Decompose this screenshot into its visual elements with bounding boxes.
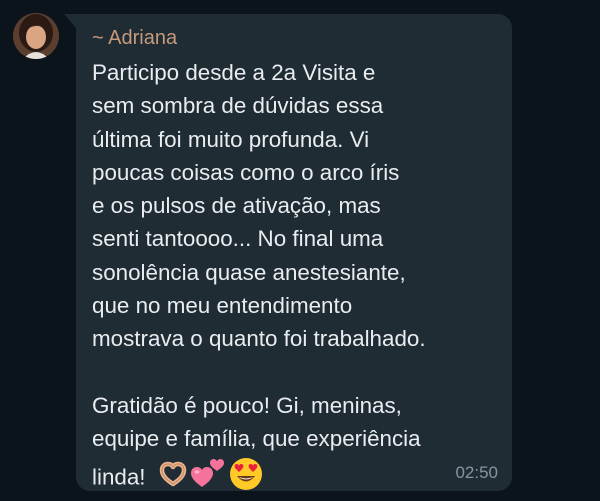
- message-line: sonolência quase anestesiante,: [92, 259, 406, 285]
- message-line: senti tantoooo... No final uma: [92, 226, 384, 252]
- message-line: que no meu entendimento: [92, 293, 353, 319]
- two-hearts-icon: [190, 457, 226, 500]
- message-line: última foi muito profunda. Vi: [92, 126, 370, 152]
- message-line: mostrava o quanto foi trabalhado.: [92, 326, 426, 352]
- message-bubble[interactable]: ~ Adriana Participo desde a 2a Visita e …: [76, 14, 512, 491]
- message-line: Gratidão é pouco! Gi, meninas,: [92, 392, 402, 418]
- heart-eyes-smiley-icon: [228, 456, 264, 501]
- sender-name[interactable]: ~ Adriana: [92, 24, 496, 52]
- message-line: equipe e família, que experiência: [92, 426, 421, 452]
- message-line: poucas coisas como o arco íris: [92, 159, 400, 185]
- message-line: sem sombra de dúvidas essa: [92, 93, 384, 119]
- heart-hands-icon: [158, 459, 188, 498]
- avatar[interactable]: [13, 13, 59, 59]
- emoji-row: [158, 456, 264, 501]
- message-line: e os pulsos de ativação, mas: [92, 193, 381, 219]
- message-last-line: linda!: [92, 456, 496, 490]
- message-line: Participo desde a 2a Visita e: [92, 60, 376, 85]
- message-line: linda!: [92, 464, 146, 490]
- message-timestamp: 02:50: [455, 463, 498, 482]
- message-text: Participo desde a 2a Visita e sem sombra…: [92, 56, 496, 490]
